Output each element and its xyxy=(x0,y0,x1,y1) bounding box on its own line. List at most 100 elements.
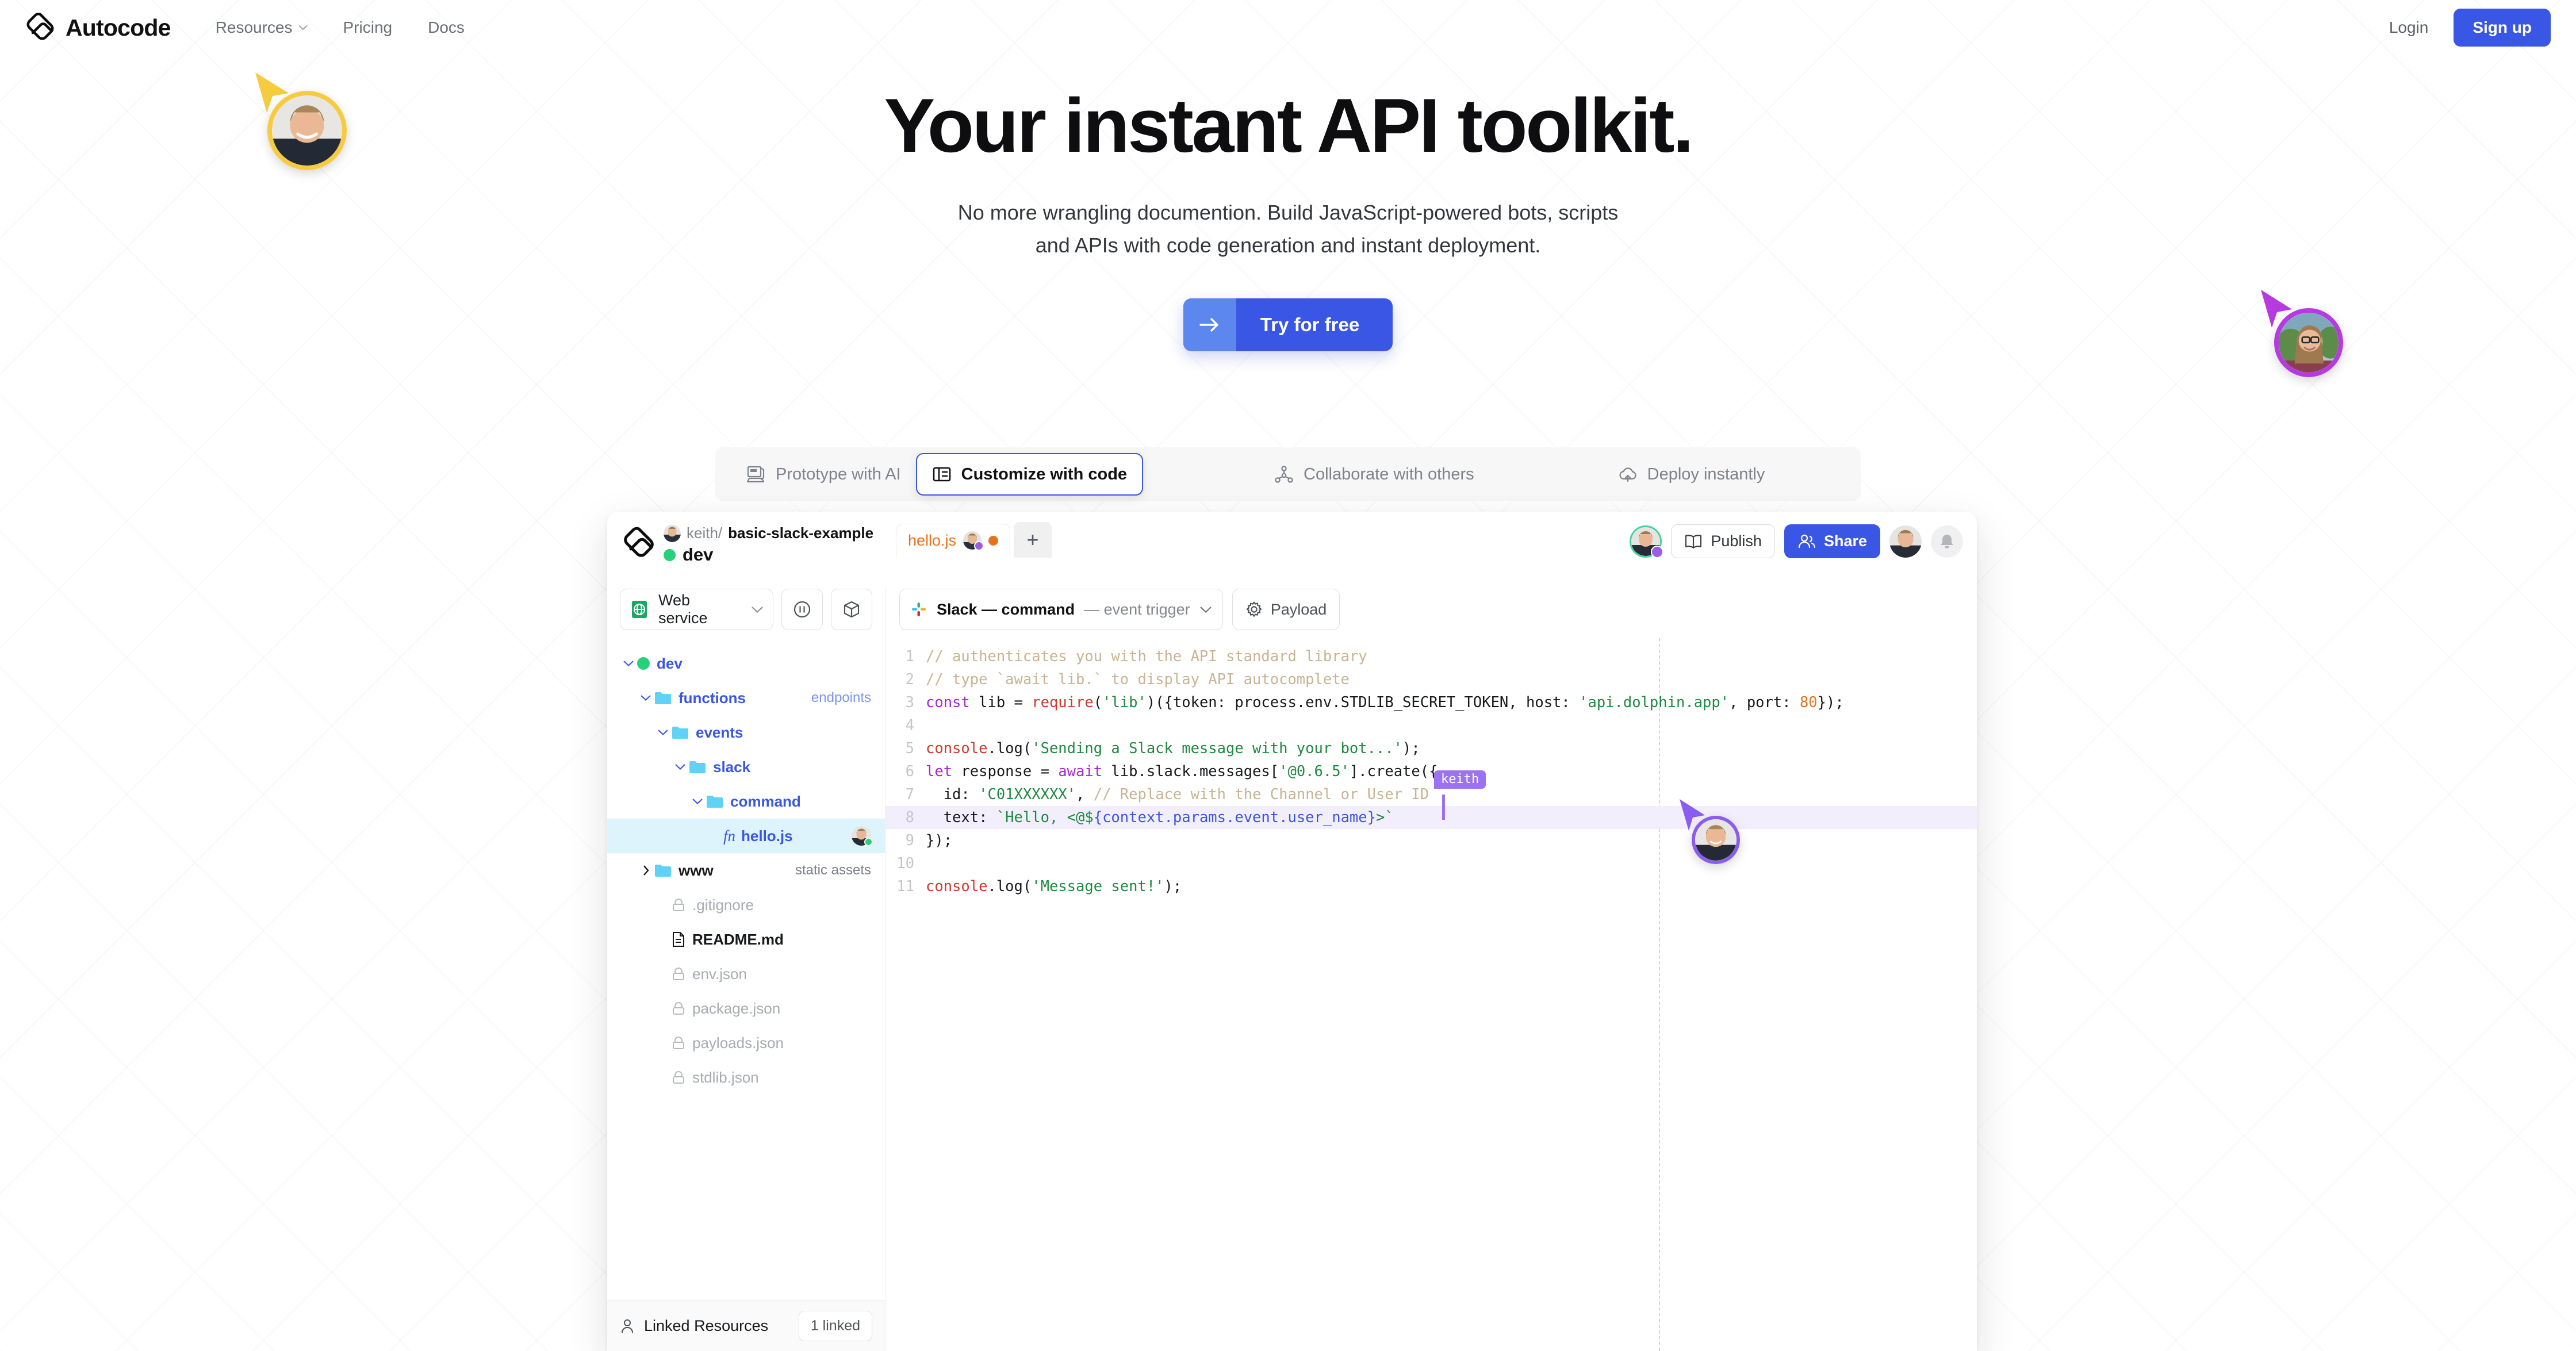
file-tree-item-events[interactable]: events xyxy=(607,715,885,750)
tab-deploy-instantly-label: Deploy instantly xyxy=(1647,465,1765,483)
collaborator-caret xyxy=(1442,795,1445,820)
presence-badge xyxy=(1651,545,1664,558)
chevron-down-icon xyxy=(298,25,308,30)
unsaved-changes-dot-icon xyxy=(988,535,999,546)
file-tree-item-hello-js[interactable]: fn hello.js xyxy=(607,819,885,853)
lock-icon xyxy=(672,1070,692,1085)
linked-resources-count-badge[interactable]: 1 linked xyxy=(798,1311,872,1341)
file-tree-item-payloads-json[interactable]: payloads.json xyxy=(607,1026,885,1060)
login-link[interactable]: Login xyxy=(2389,18,2429,37)
hero-subtitle-line2: and APIs with code generation and instan… xyxy=(1035,233,1541,257)
chevron-down-icon xyxy=(654,729,672,736)
service-type-select[interactable]: Web service xyxy=(620,589,773,630)
file-tree-item-package-json[interactable]: package.json xyxy=(607,991,885,1026)
code-line[interactable]: 3 const lib = require('lib')({token: proc… xyxy=(885,691,1977,714)
book-open-icon xyxy=(1685,534,1702,548)
pause-button[interactable] xyxy=(781,589,823,630)
share-button[interactable]: Share xyxy=(1784,524,1880,558)
line-number: 4 xyxy=(905,717,914,734)
code-line[interactable]: 2 // type `await lib.` to display API aut… xyxy=(885,668,1977,691)
event-trigger-select[interactable]: Slack — command — event trigger xyxy=(899,589,1223,630)
tab-customize-with-code[interactable]: Customize with code xyxy=(915,453,1144,496)
nav-link-pricing-label: Pricing xyxy=(343,18,393,36)
code-line-text: // authenticates you with the API standa… xyxy=(926,648,1367,665)
file-tree-item-env-json[interactable]: env.json xyxy=(607,957,885,991)
file-tree-item-dev[interactable]: dev xyxy=(607,646,885,681)
autocode-logo-icon xyxy=(26,13,54,40)
code-line[interactable]: 9}); xyxy=(885,829,1977,852)
tab-prototype-with-ai-label: Prototype with AI xyxy=(776,465,901,483)
status-dot-icon xyxy=(664,548,676,561)
file-tree-item-slack[interactable]: slack xyxy=(607,750,885,784)
code-line-text: let response = await lib.slack.messages[… xyxy=(926,763,1438,780)
environment-row: dev xyxy=(664,544,873,565)
publish-button[interactable]: Publish xyxy=(1671,524,1775,558)
nav-link-docs[interactable]: Docs xyxy=(428,18,465,37)
code-line-text: console.log('Sending a Slack message wit… xyxy=(926,740,1420,757)
file-tree-item--gitignore[interactable]: .gitignore xyxy=(607,888,885,922)
nav-links: Resources Pricing Docs xyxy=(216,18,465,37)
code-line[interactable]: 8 text: `Hello, <@${context.params.event… xyxy=(885,806,1977,829)
file-tree-item-readme-md[interactable]: README.md xyxy=(607,922,885,957)
line-number: 8 xyxy=(905,809,914,826)
avatar[interactable] xyxy=(1889,525,1922,558)
file-tab-hello-js[interactable]: hello.js xyxy=(896,524,1011,558)
computer-icon xyxy=(746,466,765,483)
chevron-right-icon xyxy=(637,865,654,876)
code-line[interactable]: 10 xyxy=(885,852,1977,875)
try-for-free-button[interactable]: Try for free xyxy=(1183,298,1393,352)
chevron-down-icon xyxy=(672,763,689,770)
ide-window: keith/ basic-slack-example dev hello.js xyxy=(607,512,1977,1351)
notifications-button[interactable] xyxy=(1931,525,1963,558)
file-tree-item-label: functions xyxy=(678,689,746,707)
new-tab-button[interactable]: + xyxy=(1014,522,1052,558)
file-tree-item-stdlib-json[interactable]: stdlib.json xyxy=(607,1060,885,1095)
file-tree-item-label: hello.js xyxy=(741,827,793,845)
arrow-right-icon xyxy=(1183,298,1236,352)
brand-logo-link[interactable]: Autocode xyxy=(25,13,171,43)
file-tree-item-command[interactable]: command xyxy=(607,784,885,819)
signup-button[interactable]: Sign up xyxy=(2454,9,2551,47)
file-tree-item-label: env.json xyxy=(692,965,747,982)
file-tree-item-label: package.json xyxy=(692,999,781,1017)
avatar xyxy=(664,524,681,542)
folder-icon xyxy=(654,863,678,877)
nav-link-resources[interactable]: Resources xyxy=(216,18,308,37)
line-number: 9 xyxy=(905,832,914,849)
code-line[interactable]: 11 console.log('Message sent!'); xyxy=(885,875,1977,898)
code-line[interactable]: 5 console.log('Sending a Slack message wi… xyxy=(885,737,1977,760)
code-line[interactable]: 6 let response = await lib.slack.messages… xyxy=(885,760,1977,783)
payload-button[interactable]: Payload xyxy=(1232,589,1340,630)
linked-resources-label: Linked Resources xyxy=(644,1317,769,1334)
file-tree-item-label: README.md xyxy=(692,930,784,948)
tab-deploy-instantly[interactable]: Deploy instantly xyxy=(1603,447,1780,501)
package-button[interactable] xyxy=(831,589,872,630)
collaborator-cursor-avatar xyxy=(2274,308,2343,377)
file-tree-item-www[interactable]: www static assets xyxy=(607,853,885,888)
code-editor[interactable]: 1 // authenticates you with the API stand… xyxy=(885,638,1977,1351)
event-trigger-kind: — event trigger xyxy=(1084,600,1190,618)
code-line[interactable]: 7 id: 'C01XXXXXX', // Replace with the C… xyxy=(885,783,1977,806)
package-box-icon xyxy=(844,601,860,618)
code-line[interactable]: 1 // authenticates you with the API stand… xyxy=(885,645,1977,668)
collaborator-cursor-avatar xyxy=(1692,816,1740,864)
tab-customize-with-code-label: Customize with code xyxy=(961,465,1128,483)
lock-icon xyxy=(672,897,692,912)
nav-link-docs-label: Docs xyxy=(428,18,465,36)
line-number: 6 xyxy=(905,763,914,780)
ide-tabs-and-toolbar: hello.js + Publish Share xyxy=(885,512,1977,558)
tab-prototype-with-ai[interactable]: Prototype with AI xyxy=(731,447,916,501)
collaborator-avatar[interactable] xyxy=(1630,525,1664,558)
collaborator-caret-label: keith xyxy=(1434,770,1486,789)
person-icon xyxy=(622,1319,633,1333)
tab-collaborate-with-others[interactable]: Collaborate with others xyxy=(1259,447,1489,501)
code-line[interactable]: 4 xyxy=(885,714,1977,737)
cloud-upload-icon xyxy=(1619,467,1636,482)
lock-icon xyxy=(672,1001,692,1016)
network-icon xyxy=(1275,466,1293,483)
nav-link-pricing[interactable]: Pricing xyxy=(343,18,393,37)
pause-circle-icon xyxy=(793,601,811,618)
top-navigation-bar: Autocode Resources Pricing Docs Login Si… xyxy=(0,0,2576,55)
file-tree-item-functions[interactable]: functions endpoints xyxy=(607,681,885,715)
project-owner: keith/ xyxy=(687,524,723,542)
